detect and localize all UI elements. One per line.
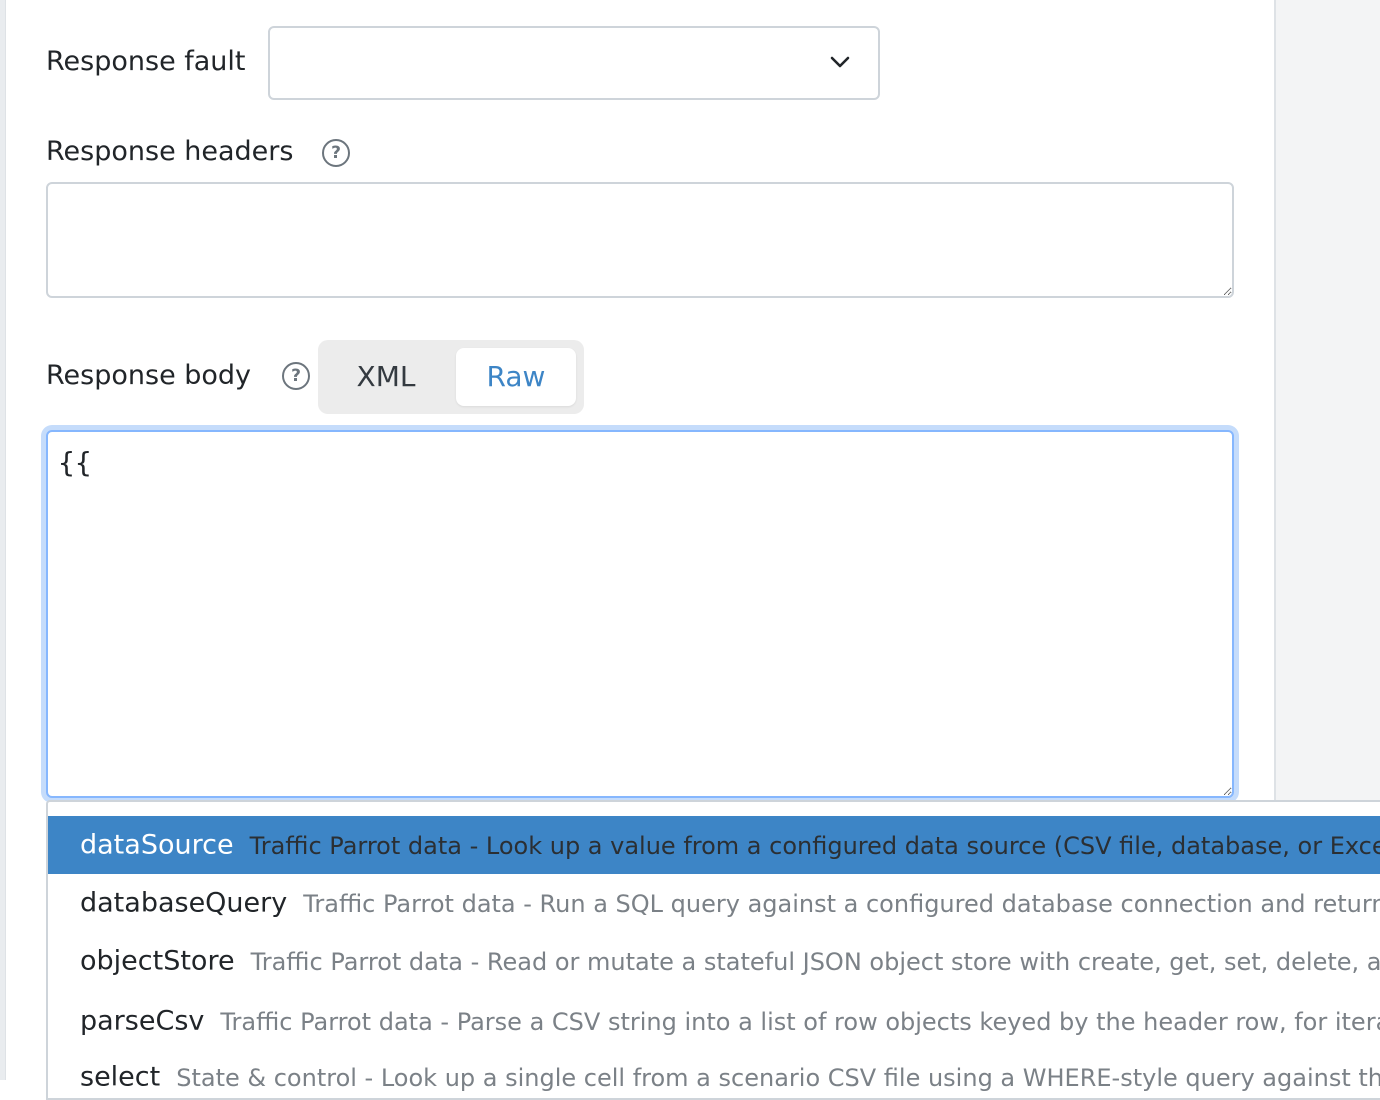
response-body-editor[interactable] [46,430,1234,798]
response-body-label: Response body [46,360,252,391]
autocomplete-item[interactable]: dataSource Traffic Parrot data - Look up … [48,816,1380,874]
autocomplete-item[interactable]: parseCsv Traffic Parrot data - Parse a CS… [48,992,1380,1050]
autocomplete-item-name: parseCsv [80,1005,205,1037]
autocomplete-item-desc: State & control - Look up a single cell … [176,1063,1380,1092]
left-border [0,0,6,1080]
toggle-xml-button[interactable]: XML [326,348,446,406]
autocomplete-dropdown: dataSource Traffic Parrot data - Look up … [46,800,1380,1100]
autocomplete-item-name: objectStore [80,945,235,977]
autocomplete-item-name: dataSource [80,829,234,861]
question-circle-icon[interactable]: ? [322,139,350,167]
response-headers-textarea[interactable] [46,182,1234,298]
autocomplete-item-name: select [80,1061,161,1093]
autocomplete-item[interactable]: databaseQuery Traffic Parrot data - Run a… [48,874,1380,932]
autocomplete-item-desc: Traffic Parrot data - Parse a CSV string… [220,1007,1380,1036]
autocomplete-item-desc: Traffic Parrot data - Read or mutate a s… [250,947,1380,976]
response-fault-select[interactable] [268,26,880,100]
question-circle-icon[interactable]: ? [282,362,310,390]
autocomplete-item-desc: Traffic Parrot data - Run a SQL query ag… [303,889,1380,918]
response-fault-label: Response fault [46,46,246,77]
autocomplete-item-name: databaseQuery [80,887,288,919]
toggle-raw-button[interactable]: Raw [456,348,576,406]
body-format-toggle: XML Raw [318,340,584,414]
response-headers-label: Response headers [46,136,294,167]
autocomplete-item[interactable]: objectStore Traffic Parrot data - Read or… [48,932,1380,990]
autocomplete-item[interactable]: select State & control - Look up a single… [48,1048,1380,1098]
right-side-panel [1274,0,1380,800]
autocomplete-item-desc: Traffic Parrot data - Look up a value fr… [249,831,1380,860]
chevron-down-icon [830,56,850,68]
